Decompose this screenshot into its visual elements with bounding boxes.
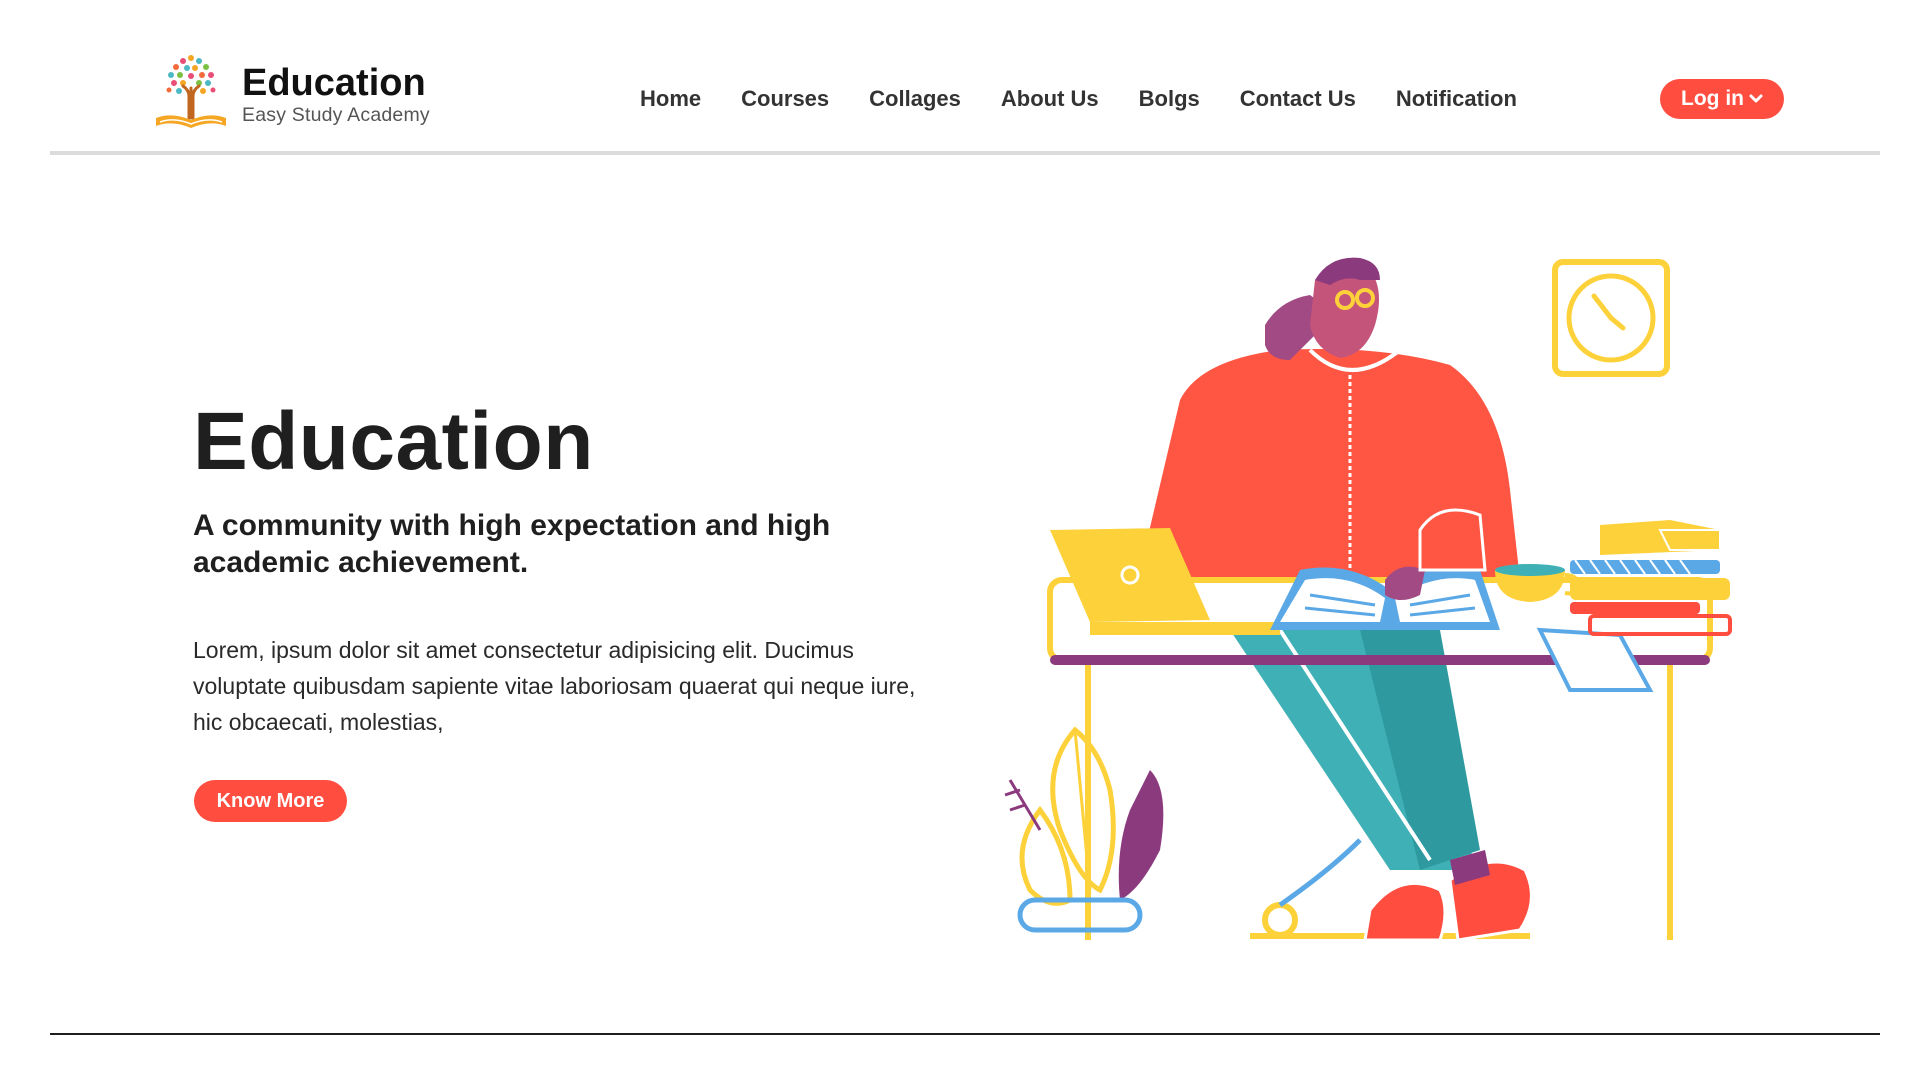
hero-body-text: Lorem, ipsum dolor sit amet consectetur …: [193, 637, 916, 735]
brand[interactable]: Education Easy Study Academy: [152, 48, 430, 132]
login-button[interactable]: Log in: [1660, 79, 1784, 119]
site-header: Education Easy Study Academy Home Course…: [0, 0, 1920, 155]
main-nav: Home Courses Collages About Us Bolgs Con…: [640, 86, 1557, 112]
header-divider: [50, 151, 1880, 155]
brand-subtitle: Easy Study Academy: [242, 104, 430, 127]
hero-subtitle: A community with high expectation and hi…: [193, 509, 831, 579]
section-divider: [50, 1033, 1880, 1035]
nav-item-notification[interactable]: Notification: [1396, 86, 1517, 112]
wall-clock-icon: [1552, 259, 1670, 377]
student-studying-illustration: [1004, 257, 1732, 942]
hero-title: Education: [193, 396, 594, 487]
plant-icon: [1004, 726, 1164, 933]
nav-item-about-us[interactable]: About Us: [1001, 86, 1099, 112]
know-more-button[interactable]: Know More: [194, 780, 347, 822]
nav-item-blogs[interactable]: Bolgs: [1139, 86, 1200, 112]
tree-book-logo-icon: [156, 55, 226, 128]
nav-item-contact-us[interactable]: Contact Us: [1240, 86, 1356, 112]
nav-item-courses[interactable]: Courses: [741, 86, 829, 112]
login-label: Log in: [1681, 87, 1744, 110]
nav-item-home[interactable]: Home: [640, 86, 701, 112]
nav-item-collages[interactable]: Collages: [869, 86, 961, 112]
chevron-down-icon: [1749, 94, 1763, 103]
brand-title: Education: [242, 62, 426, 105]
